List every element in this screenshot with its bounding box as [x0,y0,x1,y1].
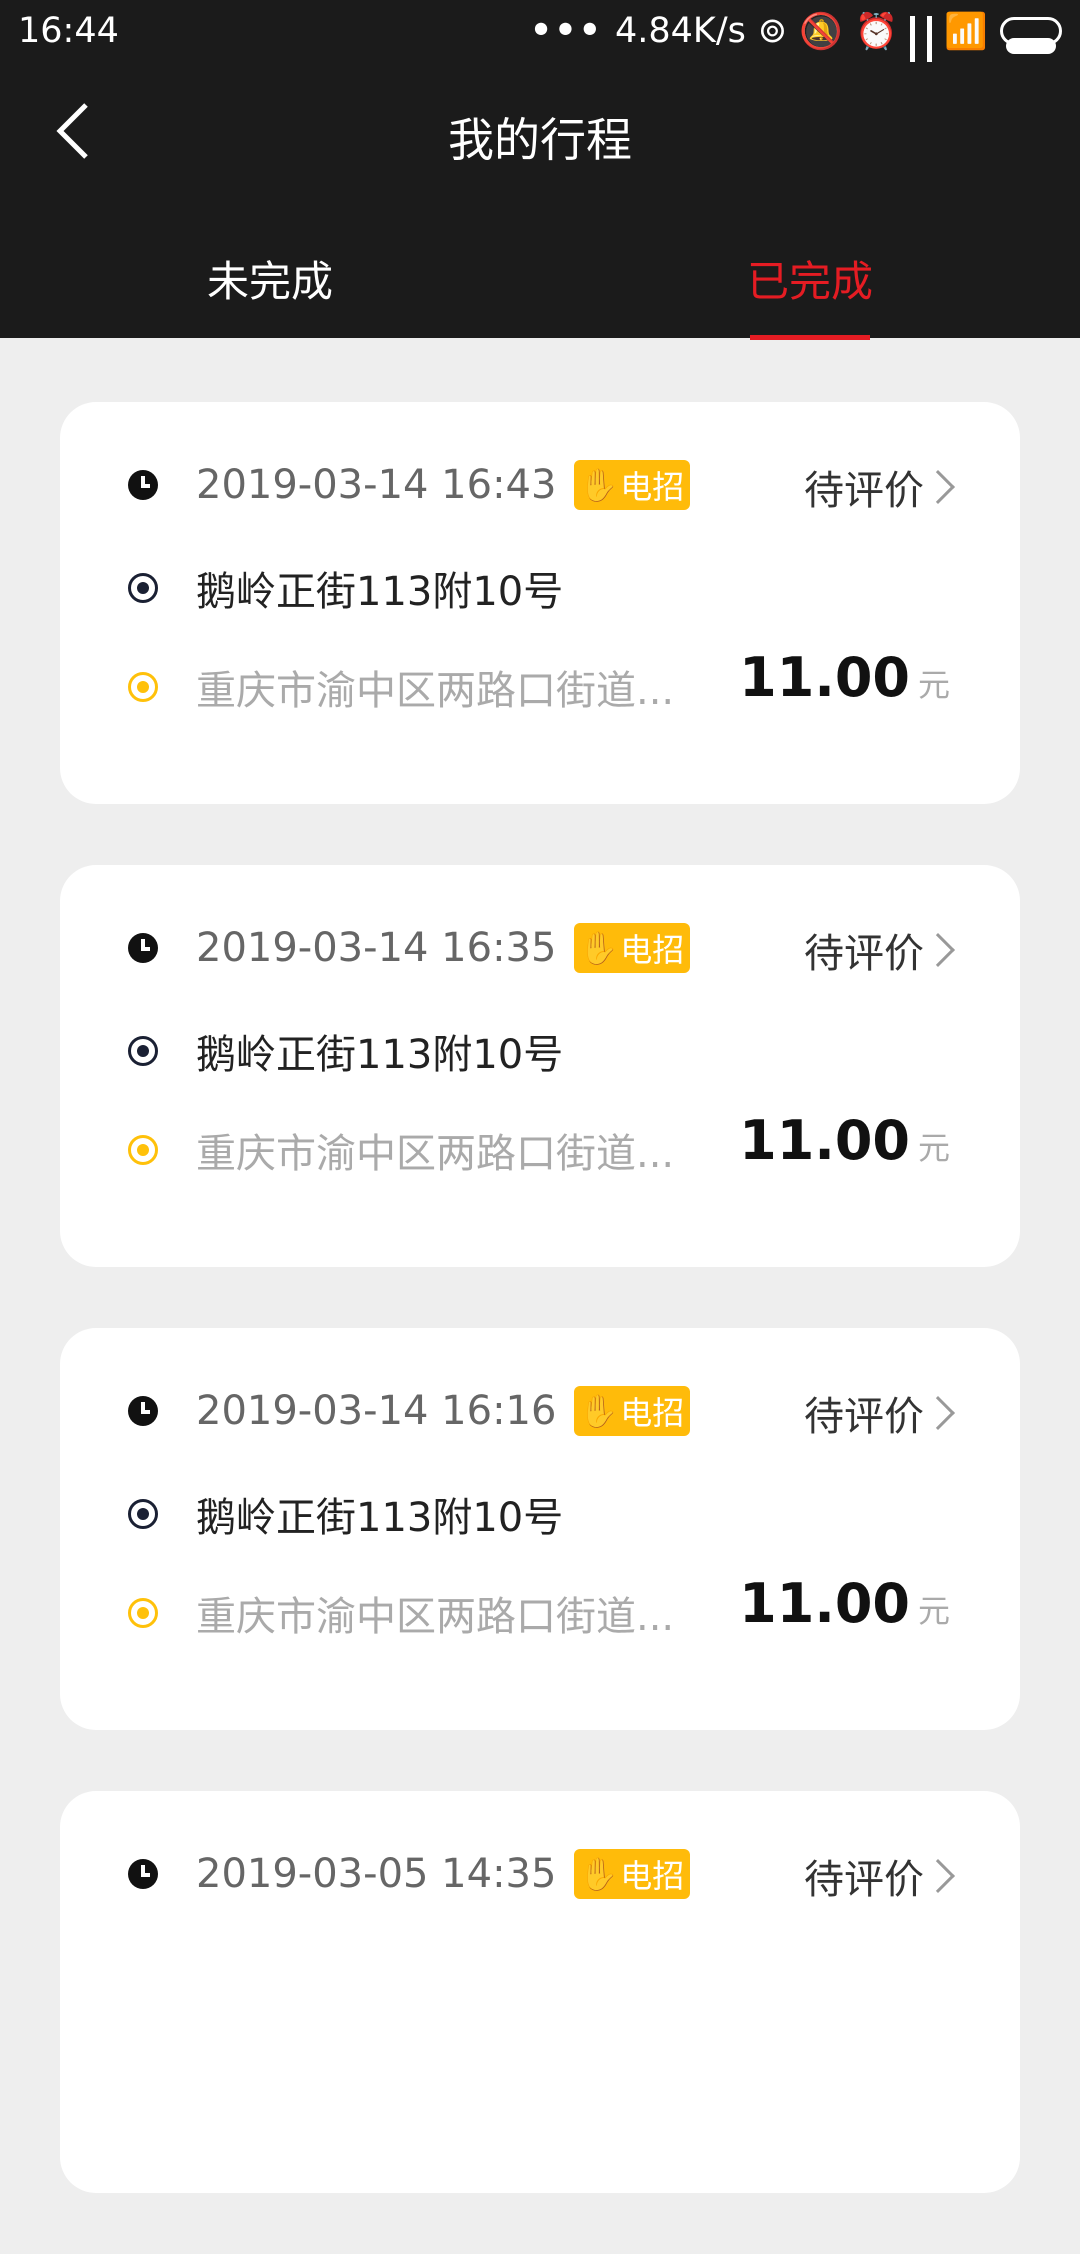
chevron-right-icon [921,933,955,967]
mute-icon: 🔕 [799,11,843,52]
trip-status[interactable]: 待评价 [804,1847,955,1905]
wifi-icon: 📶 [944,11,988,52]
price-unit: 元 [917,1129,950,1167]
trip-start-row: 鹅岭正街113附10号 [128,559,563,617]
trip-destination-row: 重庆市渝中区两路口街道... [128,1584,686,1642]
trip-destination: 重庆市渝中区两路口街道... [196,1594,675,1640]
order-type-badge: ✋ 电招 [574,1386,691,1436]
status-label: 待评价 [804,1394,924,1440]
trip-list: 2019-03-14 16:43 ✋ 电招 待评价 鹅岭正街113附10号 重庆市… [60,402,1020,2254]
hand-icon: ✋ [578,1855,619,1893]
battery-icon [1000,17,1062,54]
start-point-icon [128,573,158,603]
clock-icon [128,933,158,963]
network-speed: 4.84K/s [614,11,746,51]
more-dots-icon: ••• [529,11,603,51]
clock-icon [128,470,158,500]
clock-icon [128,1859,158,1889]
trip-destination-row: 重庆市渝中区两路口街道... [128,1121,686,1179]
chevron-right-icon [921,1396,955,1430]
trip-time: 2019-03-05 14:35 [196,1851,557,1897]
trip-status[interactable]: 待评价 [804,458,955,516]
active-tab-indicator [750,335,870,340]
order-type-badge: ✋ 电招 [574,460,691,510]
price-unit: 元 [917,666,950,704]
trip-price: 11.00 元 [739,1572,950,1635]
chevron-right-icon [921,470,955,504]
trip-destination-row: 重庆市渝中区两路口街道... [128,658,686,716]
trip-time-row: 2019-03-14 16:16 ✋ 电招 [128,1386,691,1436]
chevron-right-icon [921,1859,955,1893]
price-amount: 11.00 [739,1572,910,1635]
app-header: 我的行程 未完成 已完成 [0,62,1080,340]
trip-price: 11.00 元 [739,1109,950,1172]
signal-icon [910,16,916,84]
start-point-icon [128,1036,158,1066]
hand-icon: ✋ [578,1392,619,1430]
page-title: 我的行程 [448,113,632,167]
price-amount: 11.00 [739,1109,910,1172]
trip-card[interactable]: 2019-03-14 16:35 ✋ 电招 待评价 鹅岭正街113附10号 重庆市… [60,865,1020,1267]
status-bar: 16:44 ••• 4.84K/s ⊚ 🔕 ⏰ 📶 [0,0,1080,84]
trip-status[interactable]: 待评价 [804,1384,955,1442]
status-time: 16:44 [18,11,119,51]
trip-start-row: 鹅岭正街113附10号 [128,1485,563,1543]
price-unit: 元 [917,1592,950,1630]
trip-time-row: 2019-03-14 16:43 ✋ 电招 [128,460,691,510]
signal-icon [927,16,933,84]
trip-card[interactable]: 2019-03-14 16:43 ✋ 电招 待评价 鹅岭正街113附10号 重庆市… [60,402,1020,804]
order-type-badge: ✋ 电招 [574,923,691,973]
trip-time: 2019-03-14 16:35 [196,925,557,971]
trip-time-row: 2019-03-14 16:35 ✋ 电招 [128,923,691,973]
trip-card[interactable]: 2019-03-05 14:35 ✋ 电招 待评价 [60,1791,1020,2193]
status-label: 待评价 [804,931,924,977]
order-type-badge: ✋ 电招 [574,1849,691,1899]
badge-label: 电招 [620,1394,685,1432]
trip-time: 2019-03-14 16:16 [196,1388,557,1434]
destination-point-icon [128,1135,158,1165]
trip-start: 鹅岭正街113附10号 [196,1495,564,1541]
trip-status[interactable]: 待评价 [804,921,955,979]
hand-icon: ✋ [578,929,619,967]
status-label: 待评价 [804,1857,924,1903]
status-icons: ••• 4.84K/s ⊚ 🔕 ⏰ 📶 [529,11,1062,84]
hotspot-icon: ⊚ [757,11,788,51]
destination-point-icon [128,1598,158,1628]
trip-destination: 重庆市渝中区两路口街道... [196,668,675,714]
trip-price: 11.00 元 [739,646,950,709]
tab-completed[interactable]: 已完成 [540,248,1080,309]
trip-card[interactable]: 2019-03-14 16:16 ✋ 电招 待评价 鹅岭正街113附10号 重庆市… [60,1328,1020,1730]
badge-label: 电招 [620,1857,685,1895]
tab-incomplete[interactable]: 未完成 [0,248,540,309]
start-point-icon [128,1499,158,1529]
badge-label: 电招 [620,468,685,506]
trip-time: 2019-03-14 16:43 [196,462,557,508]
trip-destination: 重庆市渝中区两路口街道... [196,1131,675,1177]
badge-label: 电招 [620,931,685,969]
hand-icon: ✋ [578,466,619,504]
trip-time-row: 2019-03-05 14:35 ✋ 电招 [128,1849,691,1899]
alarm-icon: ⏰ [854,11,899,52]
trip-start: 鹅岭正街113附10号 [196,569,564,615]
price-amount: 11.00 [739,646,910,709]
trip-start: 鹅岭正街113附10号 [196,1032,564,1078]
clock-icon [128,1396,158,1426]
trip-start-row: 鹅岭正街113附10号 [128,1022,563,1080]
destination-point-icon [128,672,158,702]
status-label: 待评价 [804,468,924,514]
